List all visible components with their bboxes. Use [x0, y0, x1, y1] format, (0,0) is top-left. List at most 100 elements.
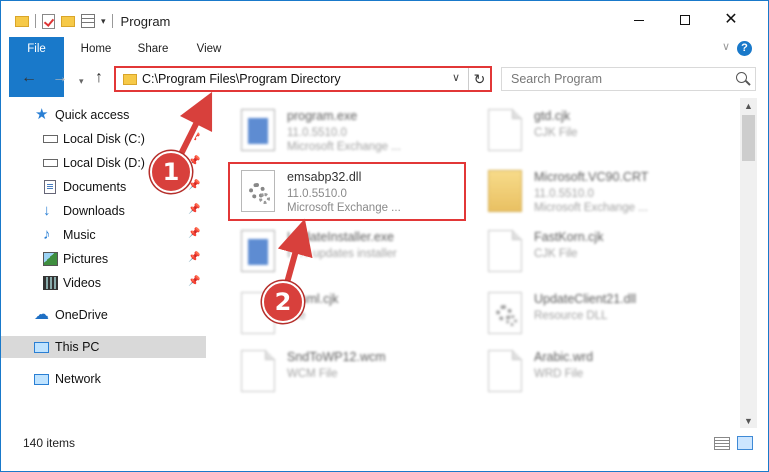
- documents-icon: [44, 180, 56, 194]
- file-type: CJK File: [534, 127, 578, 139]
- tab-home[interactable]: Home: [71, 37, 121, 61]
- sidebar-item-label: Network: [55, 372, 101, 386]
- new-folder-icon[interactable]: [61, 15, 75, 27]
- sidebar-item-label: Local Disk (D:): [63, 156, 145, 170]
- properties-check-icon[interactable]: [42, 13, 55, 29]
- recent-locations-chevron-icon[interactable]: ▾: [79, 73, 84, 89]
- search-input[interactable]: Search Program: [501, 67, 756, 91]
- close-button[interactable]: ✕: [708, 1, 754, 39]
- toolbar-separator: [35, 14, 36, 28]
- minimize-button[interactable]: [616, 1, 662, 39]
- up-arrow-icon[interactable]: ↑: [95, 70, 103, 86]
- file-item[interactable]: program.exe 11.0.5510.0 Microsoft Exchan…: [221, 103, 461, 163]
- help-icon[interactable]: ?: [737, 41, 752, 56]
- ribbon-tabs: File Home Share View ∨ ?: [1, 37, 768, 97]
- back-arrow-icon[interactable]: ←: [21, 70, 37, 86]
- file-name: SndToWP12.wcm: [287, 350, 386, 364]
- folder-icon: [488, 170, 522, 212]
- vertical-scrollbar[interactable]: ▲ ▼: [740, 98, 757, 428]
- sidebar-item-this-pc[interactable]: This PC: [1, 336, 206, 358]
- pin-icon: 📌: [188, 132, 201, 143]
- tab-view[interactable]: View: [185, 37, 233, 61]
- sidebar-item-local-disk-c[interactable]: Local Disk (C:) 📌: [1, 128, 206, 150]
- sidebar-item-label: Local Disk (C:): [63, 132, 145, 146]
- file-name: gtd.cjk: [534, 109, 571, 123]
- customize-toolbar-dropdown-icon[interactable]: ▾: [101, 16, 106, 27]
- sidebar-item-label: Pictures: [63, 252, 109, 266]
- sidebar-item-label: Videos: [63, 276, 101, 290]
- file-description: Microsoft Exchange ...: [287, 141, 401, 153]
- scroll-down-icon[interactable]: ▼: [744, 416, 753, 426]
- file-version: 11.0.5510.0: [287, 127, 347, 139]
- pin-icon: 📌: [188, 276, 201, 287]
- sidebar-item-label: OneDrive: [55, 308, 108, 322]
- file-icon: [488, 109, 522, 151]
- pin-icon: 📌: [188, 180, 201, 191]
- disk-icon: [43, 135, 58, 143]
- computer-icon: [34, 342, 49, 353]
- pin-icon: 📌: [188, 228, 201, 239]
- file-item[interactable]: UpdateInstaller.exe EXY updates installe…: [221, 224, 461, 284]
- large-icons-view-icon[interactable]: [737, 436, 753, 450]
- address-dropdown-icon[interactable]: ∨: [452, 71, 460, 84]
- sidebar-item-label: Documents: [63, 180, 127, 194]
- file-item[interactable]: xlmml.cjk File: [221, 286, 461, 346]
- quick-access-toolbar: ▾ Program: [15, 12, 170, 30]
- sidebar-item-videos[interactable]: Videos 📌: [1, 272, 206, 294]
- file-list: program.exe 11.0.5510.0 Microsoft Exchan…: [211, 98, 739, 428]
- file-name: Microsoft.VC90.CRT: [534, 170, 649, 184]
- pin-icon: 📌: [188, 252, 201, 263]
- file-description: Microsoft Exchange ...: [534, 202, 648, 214]
- sidebar-item-downloads[interactable]: ↓ Downloads 📌: [1, 200, 206, 222]
- item-count: 140 items: [23, 436, 76, 450]
- music-icon: ♪: [43, 226, 51, 243]
- sidebar-item-label: This PC: [55, 340, 100, 354]
- file-item[interactable]: FastKorn.cjk CJK File: [468, 224, 708, 284]
- scroll-thumb[interactable]: [742, 115, 755, 161]
- file-item[interactable]: Arabic.wrd WRD File: [468, 344, 708, 404]
- maximize-button[interactable]: [662, 1, 708, 39]
- expand-ribbon-chevron-icon[interactable]: ∨: [722, 40, 730, 53]
- sidebar-item-onedrive[interactable]: ☁ OneDrive: [1, 304, 206, 326]
- exe-icon: [241, 109, 275, 151]
- dll-gear-icon: [488, 292, 522, 334]
- file-name: program.exe: [287, 109, 358, 123]
- sidebar-item-label: Music: [63, 228, 96, 242]
- sidebar-item-quick-access[interactable]: ★ Quick access: [1, 104, 206, 126]
- window-title: Program: [120, 13, 171, 29]
- file-item[interactable]: UpdateClient21.dll Resource DLL: [468, 286, 708, 346]
- file-item[interactable]: gtd.cjk CJK File: [468, 103, 708, 163]
- file-item[interactable]: Microsoft.VC90.CRT 11.0.5510.0 Microsoft…: [468, 164, 708, 224]
- minimize-icon: [634, 19, 644, 21]
- videos-icon: [43, 276, 58, 290]
- explorer-window: ▾ Program ✕ File Home Share View ∨ ? ← →…: [0, 0, 769, 472]
- dll-highlight-box: [228, 162, 466, 221]
- file-type: WRD File: [534, 368, 584, 380]
- exe-icon: [241, 230, 275, 272]
- maximize-icon: [680, 15, 690, 25]
- address-row: ← → ▾ ↑ C:\Program Files\Program Directo…: [1, 63, 768, 95]
- file-item[interactable]: SndToWP12.wcm WCM File: [221, 344, 461, 404]
- sidebar-item-music[interactable]: ♪ Music 📌: [1, 224, 206, 246]
- file-icon: [241, 350, 275, 392]
- forward-arrow-icon[interactable]: →: [52, 70, 68, 86]
- sidebar-item-network[interactable]: Network: [1, 368, 206, 390]
- file-name: FastKorn.cjk: [534, 230, 604, 244]
- scroll-up-icon[interactable]: ▲: [744, 101, 753, 111]
- properties-icon[interactable]: [81, 14, 95, 28]
- disk-icon: [43, 159, 58, 167]
- pin-icon: 📌: [188, 204, 201, 215]
- sidebar-item-label: Quick access: [55, 108, 130, 122]
- tab-share[interactable]: Share: [129, 37, 177, 61]
- details-view-icon[interactable]: [714, 437, 730, 450]
- address-path[interactable]: C:\Program Files\Program Directory: [142, 72, 341, 86]
- refresh-icon[interactable]: ↻: [468, 68, 490, 90]
- network-icon: [34, 374, 49, 385]
- title-bar: ▾ Program ✕: [1, 1, 768, 39]
- sidebar-item-pictures[interactable]: Pictures 📌: [1, 248, 206, 270]
- file-name: UpdateInstaller.exe: [287, 230, 395, 244]
- cloud-icon: ☁: [34, 306, 49, 323]
- address-bar[interactable]: C:\Program Files\Program Directory ∨ ↻: [114, 66, 492, 92]
- download-icon: ↓: [43, 202, 51, 219]
- title-separator: [111, 14, 113, 28]
